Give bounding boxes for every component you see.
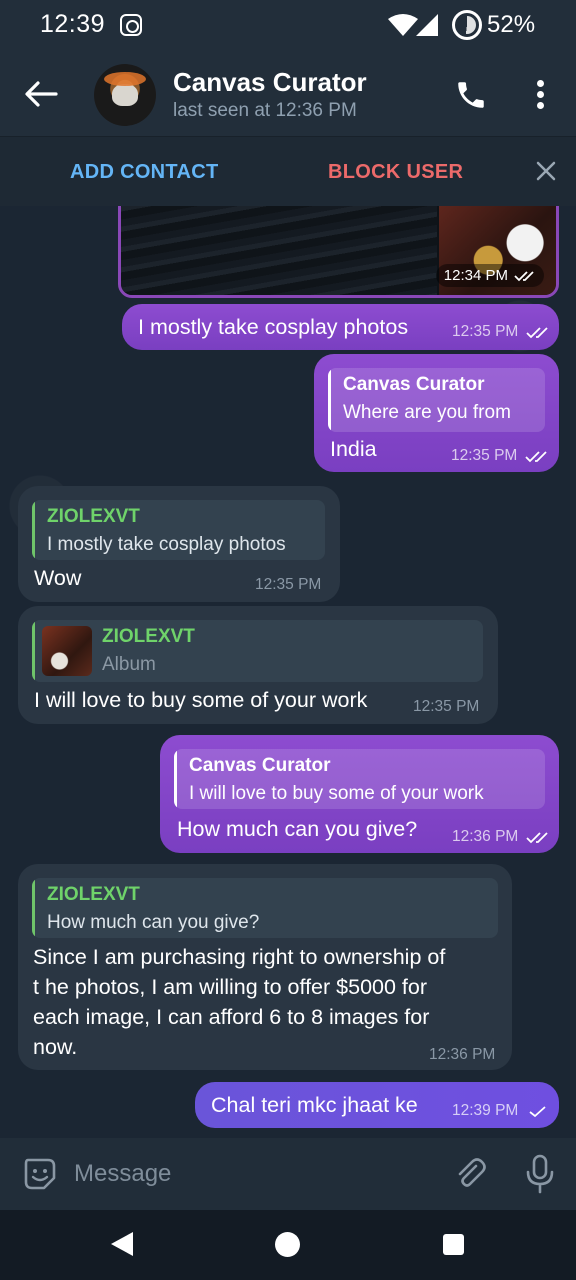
reply-sender: ZIOLEXVT [47, 506, 140, 527]
outgoing-message[interactable]: I mostly take cosplay photos 12:35 PM [122, 304, 559, 350]
album-photo[interactable] [121, 206, 437, 295]
nav-home-icon[interactable] [275, 1232, 300, 1257]
outgoing-message[interactable]: Canvas Curator Where are you from India … [314, 354, 559, 472]
check-icon [529, 1106, 546, 1118]
double-check-icon [525, 451, 547, 463]
message-text: Chal teri mkc jhaat ke [211, 1093, 418, 1117]
reply-text: Where are you from [343, 402, 511, 423]
chat-header: Canvas Curator last seen at 12:36 PM [0, 52, 576, 136]
reply-preview[interactable]: ZIOLEXVT How much can you give? [32, 878, 498, 938]
message-input[interactable] [74, 1156, 434, 1192]
reply-sender: Canvas Curator [189, 755, 331, 776]
message-text: I will love to buy some of your work [34, 688, 368, 712]
album-message[interactable]: 12:34 PM [118, 206, 559, 298]
reply-preview[interactable]: ZIOLEXVT Album [32, 620, 483, 682]
back-arrow-icon[interactable] [22, 78, 58, 110]
system-navigation-bar [0, 1210, 576, 1280]
instagram-notification-icon [120, 14, 142, 36]
reply-sender: Canvas Curator [343, 374, 485, 395]
microphone-icon[interactable] [523, 1154, 557, 1194]
message-time: 12:36 PM [452, 828, 519, 845]
incoming-message[interactable]: ZIOLEXVT I mostly take cosplay photos Wo… [18, 486, 340, 602]
message-time: 12:39 PM [452, 1102, 519, 1119]
wifi-icon [388, 14, 418, 36]
outgoing-message[interactable]: Chal teri mkc jhaat ke 12:39 PM [195, 1082, 559, 1128]
message-time: 12:35 PM [255, 576, 322, 593]
nav-back-icon[interactable] [111, 1232, 133, 1256]
outgoing-message[interactable]: Canvas Curator I will love to buy some o… [160, 735, 559, 853]
message-list[interactable]: 12:34 PM I mostly take cosplay photos 12… [0, 206, 576, 1138]
message-text: Wow [34, 566, 82, 590]
message-text: How much can you give? [177, 817, 418, 841]
reply-preview[interactable]: Canvas Curator I will love to buy some o… [174, 749, 545, 809]
phone-icon[interactable] [454, 78, 488, 112]
reply-text: How much can you give? [47, 912, 260, 933]
message-text: Since I am purchasing right to ownership… [33, 945, 446, 1059]
reply-sender: ZIOLEXVT [102, 626, 195, 647]
battery-icon [452, 10, 482, 40]
signal-icon [416, 14, 438, 36]
status-bar: 12:39 52% [0, 0, 576, 52]
reply-text: I mostly take cosplay photos [47, 534, 286, 555]
last-seen-status: last seen at 12:36 PM [173, 100, 357, 121]
album-thumbnail [42, 626, 92, 676]
message-text: India [330, 437, 377, 461]
sticker-emoji-icon[interactable] [22, 1156, 58, 1192]
block-user-button[interactable]: BLOCK USER [328, 161, 463, 184]
close-icon[interactable] [535, 160, 557, 182]
message-time: 12:35 PM [451, 447, 518, 464]
message-time: 12:34 PM [435, 264, 544, 287]
battery-percent: 52% [487, 11, 536, 38]
reply-preview[interactable]: Canvas Curator Where are you from [328, 368, 545, 432]
add-contact-button[interactable]: ADD CONTACT [70, 161, 218, 184]
message-composer [0, 1138, 576, 1210]
message-time: 12:35 PM [413, 698, 480, 715]
double-check-icon [514, 270, 534, 281]
message-text: I mostly take cosplay photos [138, 315, 409, 339]
nav-recents-icon[interactable] [443, 1234, 464, 1255]
reply-sender: ZIOLEXVT [47, 884, 140, 905]
avatar[interactable] [94, 64, 156, 126]
more-options-icon[interactable] [528, 78, 552, 112]
contact-action-bar: ADD CONTACT BLOCK USER [0, 136, 576, 206]
double-check-icon [526, 832, 548, 844]
reply-preview[interactable]: ZIOLEXVT I mostly take cosplay photos [32, 500, 325, 560]
incoming-message[interactable]: ZIOLEXVT How much can you give? Since I … [18, 864, 512, 1070]
attach-icon[interactable] [452, 1156, 488, 1192]
double-check-icon [526, 327, 548, 339]
incoming-message[interactable]: ZIOLEXVT Album I will love to buy some o… [18, 606, 498, 724]
contact-name[interactable]: Canvas Curator [173, 67, 367, 98]
message-time: 12:35 PM [452, 323, 519, 340]
reply-text: Album [102, 654, 156, 675]
reply-text: I will love to buy some of your work [189, 783, 484, 804]
status-time: 12:39 [40, 10, 106, 38]
message-time: 12:36 PM [429, 1046, 496, 1063]
